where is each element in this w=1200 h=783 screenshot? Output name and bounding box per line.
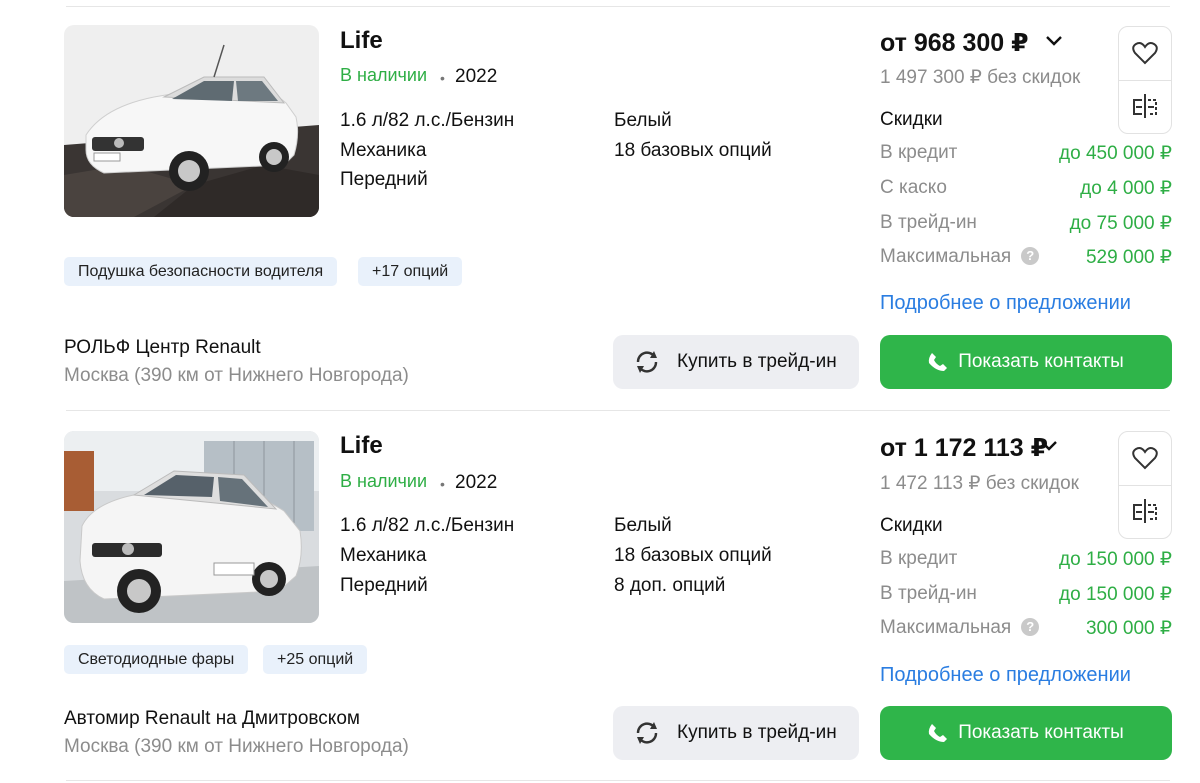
offer-details-link[interactable]: Подробнее о предложении xyxy=(880,664,1131,687)
spec-color: Белый xyxy=(614,110,672,131)
white-sedan-photo-icon xyxy=(64,25,319,217)
show-contacts-button[interactable]: Показать контакты xyxy=(880,706,1172,760)
discounts-title: Скидки xyxy=(880,515,943,536)
model-year: 2022 xyxy=(455,472,498,493)
side-actions xyxy=(1118,431,1172,539)
discount-row: В трейд-ин до 75 000 ₽ xyxy=(880,212,1172,238)
spec-base-options: 18 базовых опций xyxy=(614,545,772,566)
discount-label: В кредит xyxy=(880,548,958,569)
discount-value: до 4 000 ₽ xyxy=(1080,178,1172,199)
show-contacts-label: Показать контакты xyxy=(958,722,1124,743)
heart-icon[interactable] xyxy=(1132,41,1158,70)
dealer-name[interactable]: Автомир Renault на Дмитровском xyxy=(64,708,360,730)
trade-in-label: Купить в трейд-ин xyxy=(677,722,837,743)
discount-row: Максимальная? 529 000 ₽ xyxy=(880,246,1172,272)
dealer-name[interactable]: РОЛЬФ Центр Renault xyxy=(64,337,261,359)
phone-icon xyxy=(928,723,948,743)
car-photo[interactable] xyxy=(64,25,319,217)
phone-icon xyxy=(928,352,948,372)
more-options-tag[interactable]: +17 опций xyxy=(358,257,463,286)
dealer-location: Москва (390 км от Нижнего Новгорода) xyxy=(64,736,409,757)
discount-value: до 75 000 ₽ xyxy=(1069,213,1172,234)
listing-title[interactable]: Life xyxy=(340,432,383,460)
price: от 968 300 ₽ xyxy=(880,29,1029,57)
discount-label: В кредит xyxy=(880,142,958,163)
discount-label: С каско xyxy=(880,177,947,198)
discount-value: до 150 000 ₽ xyxy=(1059,549,1172,570)
chevron-down-icon[interactable] xyxy=(1045,34,1063,52)
discounts-title: Скидки xyxy=(880,109,943,130)
offer-details-link[interactable]: Подробнее о предложении xyxy=(880,292,1131,315)
car-photo[interactable] xyxy=(64,431,319,623)
separator-dot: • xyxy=(440,70,445,86)
spec-engine: 1.6 л/82 л.с./Бензин xyxy=(340,515,515,536)
actions-divider xyxy=(1119,80,1171,81)
model-year: 2022 xyxy=(455,66,498,87)
discount-row: Максимальная? 300 000 ₽ xyxy=(880,617,1172,643)
availability-status: В наличии xyxy=(340,65,428,85)
more-options-tag[interactable]: +25 опций xyxy=(263,645,368,674)
help-icon[interactable]: ? xyxy=(1021,247,1040,265)
discount-label: Максимальная xyxy=(880,246,1012,267)
show-contacts-button[interactable]: Показать контакты xyxy=(880,335,1172,389)
actions-divider xyxy=(1119,485,1171,486)
option-tag[interactable]: Подушка безопасности водителя xyxy=(64,257,338,286)
help-icon[interactable]: ? xyxy=(1021,618,1040,636)
side-actions xyxy=(1118,26,1172,134)
availability-status: В наличии xyxy=(340,471,428,491)
discount-label: Максимальная xyxy=(880,617,1012,638)
discount-row: В кредит до 450 000 ₽ xyxy=(880,142,1172,168)
compare-icon[interactable] xyxy=(1131,497,1159,530)
spec-base-options: 18 базовых опций xyxy=(614,140,772,161)
discount-value: 300 000 ₽ xyxy=(1085,618,1172,639)
spec-drive: Передний xyxy=(340,575,428,596)
discount-value: до 150 000 ₽ xyxy=(1059,584,1172,605)
spec-extra-options: 8 доп. опций xyxy=(614,575,726,596)
spec-transmission: Механика xyxy=(340,545,427,566)
spec-transmission: Механика xyxy=(340,140,427,161)
compare-icon[interactable] xyxy=(1131,92,1159,125)
trade-in-button[interactable]: Купить в трейд-ин xyxy=(613,706,859,760)
discount-label: В трейд-ин xyxy=(880,212,977,233)
listing-title[interactable]: Life xyxy=(340,27,383,55)
white-sedan-photo-icon xyxy=(64,431,319,623)
spec-engine: 1.6 л/82 л.с./Бензин xyxy=(340,110,515,131)
listing-divider xyxy=(66,410,1170,411)
discount-value: до 450 000 ₽ xyxy=(1059,143,1172,164)
spec-drive: Передний xyxy=(340,169,428,190)
trade-in-button[interactable]: Купить в трейд-ин xyxy=(613,335,859,389)
top-divider xyxy=(66,6,1170,7)
discount-label: В трейд-ин xyxy=(880,583,977,604)
price-without-discounts: 1 497 300 ₽ без скидок xyxy=(880,67,1081,88)
refresh-icon xyxy=(633,349,661,380)
trade-in-label: Купить в трейд-ин xyxy=(677,351,837,372)
discount-value: 529 000 ₽ xyxy=(1085,247,1172,268)
chevron-down-icon[interactable] xyxy=(1040,439,1058,457)
discount-row: С каско до 4 000 ₽ xyxy=(880,177,1172,203)
price-without-discounts: 1 472 113 ₽ без скидок xyxy=(880,473,1079,494)
dealer-location: Москва (390 км от Нижнего Новгорода) xyxy=(64,365,409,386)
refresh-icon xyxy=(633,720,661,751)
price: от 1 172 113 ₽ xyxy=(880,434,1049,462)
option-tag[interactable]: Светодиодные фары xyxy=(64,645,249,674)
spec-color: Белый xyxy=(614,515,672,536)
show-contacts-label: Показать контакты xyxy=(958,351,1124,372)
bottom-divider xyxy=(66,780,1170,781)
heart-icon[interactable] xyxy=(1132,446,1158,475)
discount-row: В трейд-ин до 150 000 ₽ xyxy=(880,583,1172,609)
separator-dot: • xyxy=(440,476,445,492)
discount-row: В кредит до 150 000 ₽ xyxy=(880,548,1172,574)
